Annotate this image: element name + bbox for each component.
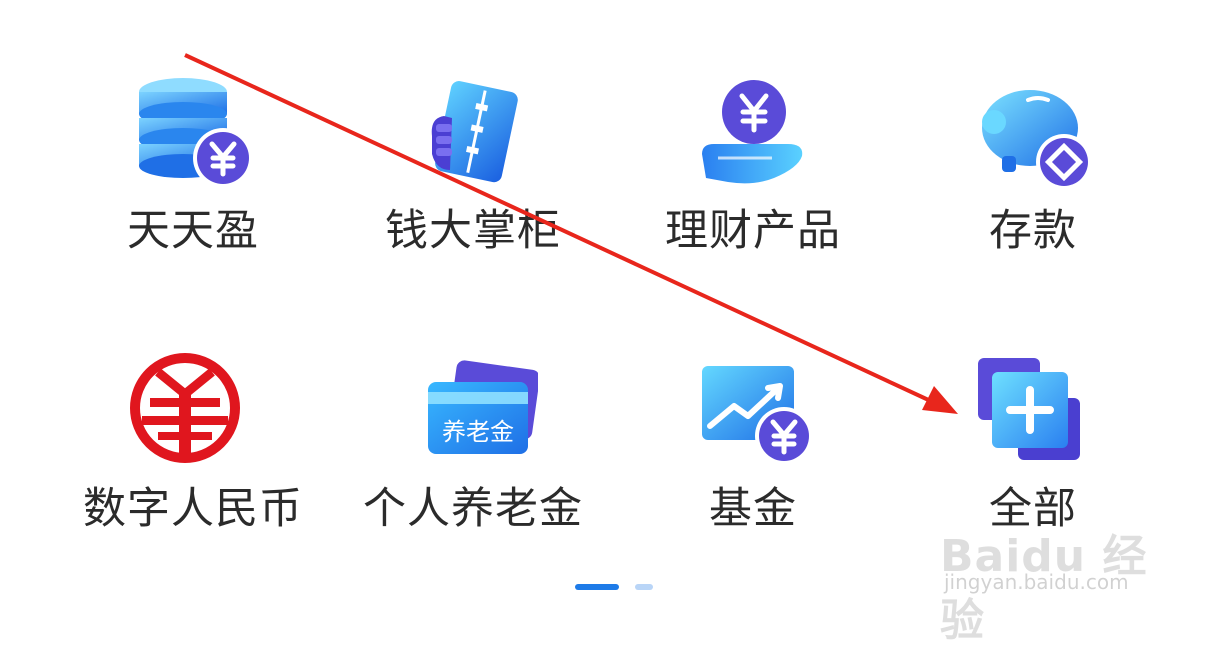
service-licaichanpin[interactable]: 理财产品 [633,74,873,304]
service-tiantianying[interactable]: 天天盈 [73,74,313,304]
service-label: 全部 [989,484,1077,534]
hand-holding-yuan-icon [688,74,818,194]
abacus-card-icon [408,74,538,194]
service-label: 理财产品 [665,206,841,256]
service-personal-pension[interactable]: 养老金 个人养老金 [353,352,593,582]
service-all[interactable]: 全部 [913,352,1153,582]
service-label: 存款 [989,206,1077,256]
piggy-bank-icon [968,74,1098,194]
page-dot-active[interactable] [575,584,619,590]
service-label: 个人养老金 [363,484,583,534]
coin-stack-yuan-icon [128,74,258,194]
service-label: 天天盈 [127,206,259,256]
digital-rmb-icon [128,352,258,472]
service-cunkuan[interactable]: 存款 [913,74,1153,304]
service-label: 基金 [709,484,797,534]
fund-chart-yuan-icon [688,352,818,472]
all-plus-icon [968,352,1098,472]
service-digital-rmb[interactable]: 数字人民币 [73,352,313,582]
page-dot[interactable] [635,584,653,590]
pension-card-text: 养老金 [442,418,514,446]
service-grid: 天天盈 钱大掌柜 理财产品 存款 数字人民币 养老金 个人养老金 基金 全部 [0,0,1228,624]
service-label: 数字人民币 [83,484,303,534]
service-fund[interactable]: 基金 [633,352,873,582]
service-label: 钱大掌柜 [385,206,561,256]
pension-card-icon: 养老金 [408,352,538,472]
service-qiandazhanggui[interactable]: 钱大掌柜 [353,74,593,304]
